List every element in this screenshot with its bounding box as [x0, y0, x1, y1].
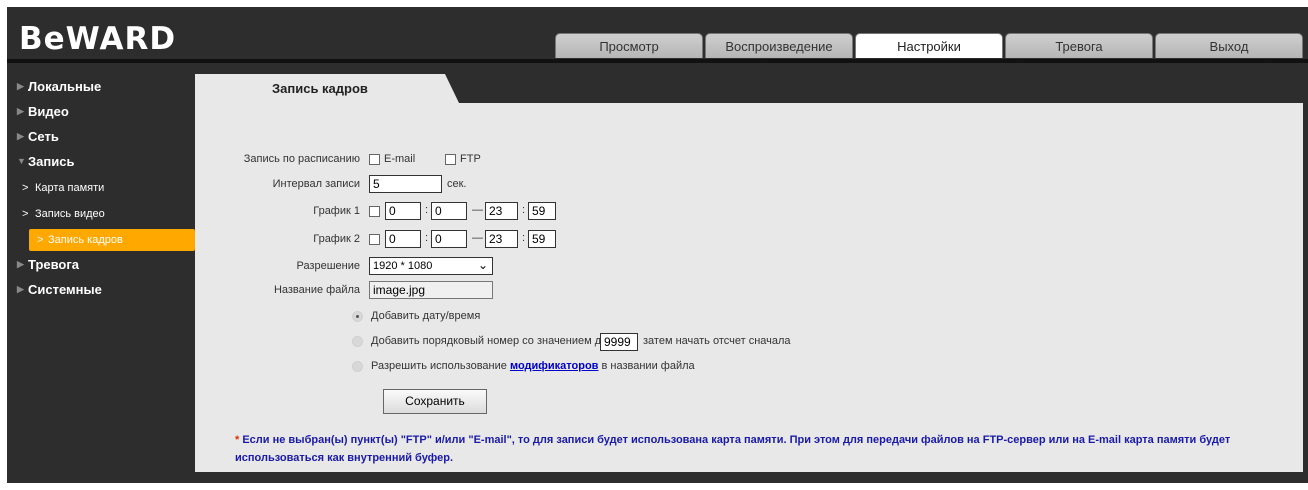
radio-add-sequence[interactable]	[352, 336, 363, 347]
note-asterisk: *	[235, 434, 240, 446]
sidebar-item-alarm[interactable]: ▶ Тревога	[7, 255, 197, 274]
header-divider	[7, 59, 1308, 63]
panel-header: Запись кадров	[195, 74, 1303, 103]
panel-title: Запись кадров	[195, 74, 459, 103]
interval-unit: сек.	[447, 178, 467, 190]
sidebar-item-video[interactable]: ▶ Видео	[7, 102, 197, 121]
chevron-right-icon: >	[22, 182, 29, 194]
graph2-label: График 2	[313, 233, 360, 245]
email-checkbox[interactable]	[369, 154, 380, 165]
resolution-label: Разрешение	[296, 260, 360, 272]
tab-playback[interactable]: Воспроизведение	[705, 33, 853, 58]
triangle-right-icon: ▶	[17, 259, 24, 269]
tab-alarm[interactable]: Тревога	[1005, 33, 1153, 58]
modifiers-text-after: в названии файла	[601, 360, 695, 372]
app-window: BeWARD Просмотр Воспроизведение Настройк…	[7, 7, 1308, 483]
sidebar-item-network[interactable]: ▶ Сеть	[7, 127, 197, 146]
triangle-down-icon: ▼	[17, 156, 26, 166]
sidebar-subitem-video-record[interactable]: > Запись видео	[7, 203, 197, 225]
chevron-right-icon: >	[22, 208, 29, 220]
sequence-max-input[interactable]	[600, 333, 638, 351]
time-separator: :	[425, 204, 429, 216]
sidebar-subitem-label: Запись видео	[35, 208, 105, 220]
sidebar-subitem-label: Карта памяти	[35, 182, 105, 194]
radio-add-datetime-label: Добавить дату/время	[371, 310, 481, 322]
sequence-text-after: затем начать отсчет сначала	[643, 335, 791, 347]
radio-modifiers[interactable]	[352, 361, 363, 372]
sidebar-item-label: Тревога	[28, 257, 80, 272]
resolution-value: 1920 * 1080	[373, 260, 433, 272]
triangle-right-icon: ▶	[17, 284, 24, 294]
interval-label: Интервал записи	[272, 178, 360, 190]
sidebar-subitem-frame-record[interactable]: > Запись кадров	[29, 229, 195, 251]
chevron-down-icon: ⌄	[477, 258, 488, 272]
modifiers-link[interactable]: модификаторов	[510, 360, 598, 372]
sidebar-item-system[interactable]: ▶ Системные	[7, 280, 197, 299]
sidebar-item-label: Системные	[28, 282, 102, 297]
graph1-start-hour[interactable]	[385, 202, 421, 220]
filename-input[interactable]	[369, 281, 493, 299]
sidebar-item-label: Запись	[28, 154, 75, 169]
sidebar-item-local[interactable]: ▶ Локальные	[7, 77, 197, 96]
interval-input[interactable]	[369, 175, 442, 193]
chevron-right-icon: >	[37, 234, 44, 246]
save-button[interactable]: Сохранить	[383, 389, 487, 414]
tab-settings[interactable]: Настройки	[855, 33, 1003, 58]
sidebar: ▶ Локальные ▶ Видео ▶ Сеть ▼ Запись > Карта п…	[7, 77, 197, 305]
resolution-select[interactable]: 1920 * 1080 ⌄	[369, 257, 493, 275]
radio-modifiers-label: Разрешить использование модификаторов в …	[371, 357, 695, 375]
sequence-text-before: Добавить порядковый номер со значением д…	[371, 335, 608, 347]
graph2-start-minute[interactable]	[431, 230, 467, 248]
ftp-checkbox[interactable]	[445, 154, 456, 165]
note-text: Если не выбран(ы) пункт(ы) "FTP" и/или "…	[235, 434, 1231, 464]
time-separator: :	[425, 232, 429, 244]
sidebar-subitem-label: Запись кадров	[48, 234, 123, 246]
radio-add-sequence-label: Добавить порядковый номер со значением д…	[371, 332, 607, 350]
range-separator: —	[472, 232, 483, 244]
ftp-label: FTP	[460, 153, 481, 165]
sidebar-subitem-memory-card[interactable]: > Карта памяти	[7, 177, 197, 199]
sidebar-item-label: Сеть	[28, 129, 59, 144]
range-separator: —	[472, 204, 483, 216]
sidebar-item-label: Видео	[28, 104, 69, 119]
graph1-label: График 1	[313, 205, 360, 217]
time-separator: :	[522, 232, 526, 244]
beward-logo: BeWARD	[19, 21, 177, 57]
settings-panel: Запись кадров Запись по расписанию E-mai…	[195, 74, 1303, 472]
modifiers-text-before: Разрешить использование	[371, 360, 507, 372]
graph2-start-hour[interactable]	[385, 230, 421, 248]
graph1-checkbox[interactable]	[369, 206, 380, 217]
storage-note: * Если не выбран(ы) пункт(ы) "FTP" и/или…	[235, 431, 1285, 467]
radio-add-datetime[interactable]	[352, 311, 363, 322]
graph2-checkbox[interactable]	[369, 234, 380, 245]
filename-label: Название файла	[273, 284, 360, 296]
schedule-label: Запись по расписанию	[243, 153, 360, 165]
graph1-end-hour[interactable]	[485, 202, 518, 220]
sidebar-item-record[interactable]: ▼ Запись	[7, 152, 197, 171]
tab-exit[interactable]: Выход	[1155, 33, 1303, 58]
triangle-right-icon: ▶	[17, 106, 24, 116]
graph2-end-minute[interactable]	[528, 230, 556, 248]
tab-view[interactable]: Просмотр	[555, 33, 703, 58]
email-label: E-mail	[384, 153, 416, 165]
sidebar-item-label: Локальные	[28, 79, 102, 94]
graph2-end-hour[interactable]	[485, 230, 518, 248]
triangle-right-icon: ▶	[17, 131, 24, 141]
graph1-start-minute[interactable]	[431, 202, 467, 220]
graph1-end-minute[interactable]	[528, 202, 556, 220]
time-separator: :	[522, 204, 526, 216]
triangle-right-icon: ▶	[17, 81, 24, 91]
